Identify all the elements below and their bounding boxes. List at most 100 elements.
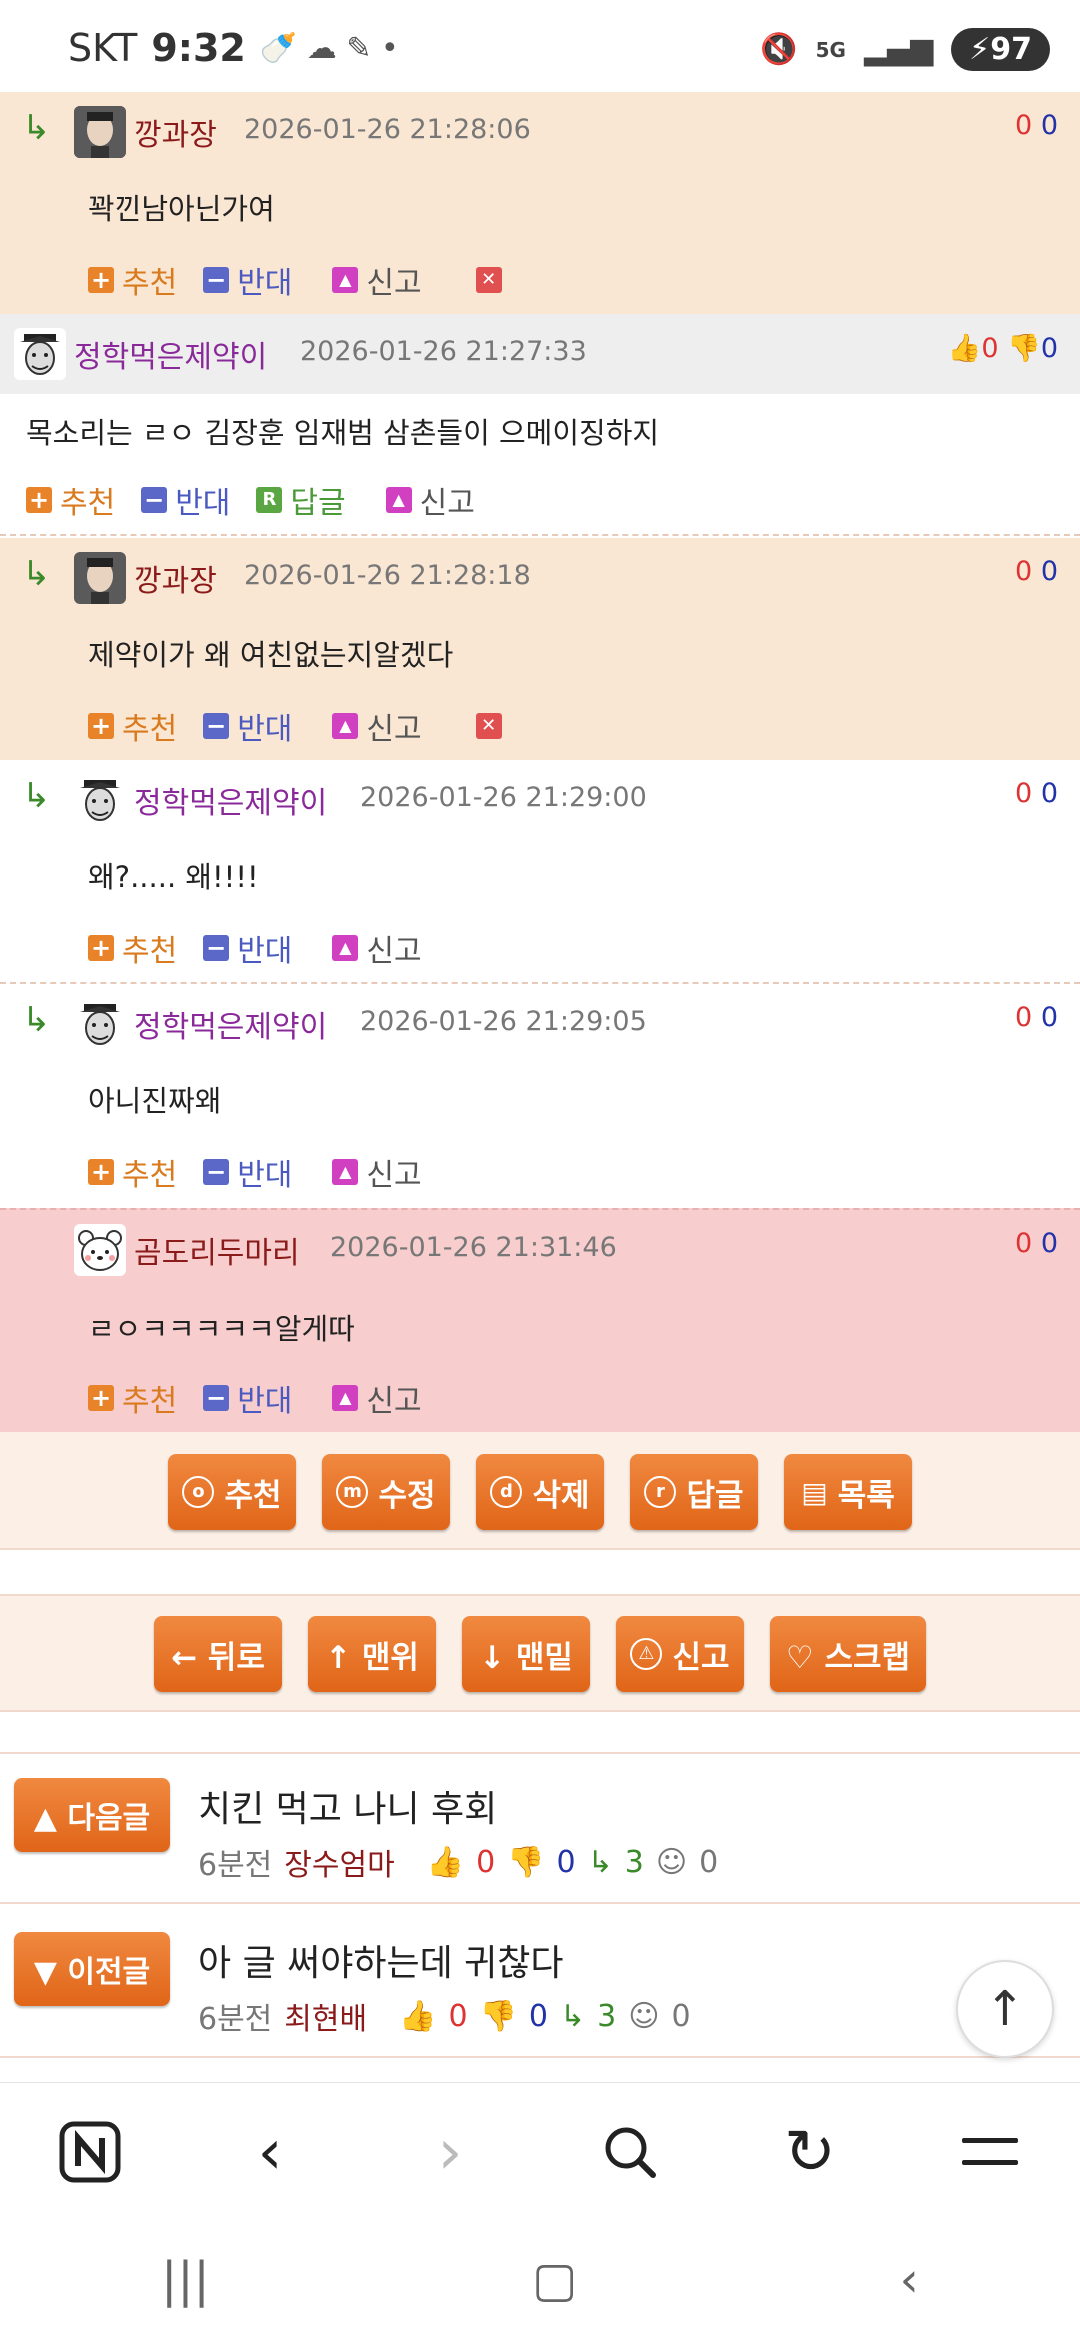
comment-author[interactable]: 정학먹은제약이 bbox=[74, 332, 267, 376]
comment-votes: 0 0 bbox=[1015, 556, 1058, 587]
comment-votes: 0 0 bbox=[1015, 110, 1058, 141]
smiley-icon: ☺ bbox=[655, 1844, 688, 1880]
system-nav-bar: ||| ▢ ‹ bbox=[0, 2220, 1080, 2340]
siren-icon: ▲ bbox=[332, 935, 359, 961]
recommend-label: 추천 bbox=[122, 934, 178, 969]
oppose-button[interactable]: − 반대 bbox=[203, 926, 292, 970]
search-icon[interactable] bbox=[585, 2107, 675, 2197]
up-count: 0 bbox=[1015, 110, 1033, 141]
naver-icon[interactable] bbox=[45, 2107, 135, 2197]
report-button[interactable]: ▲ 신고 bbox=[332, 1376, 422, 1420]
reply-icon: R bbox=[256, 487, 283, 513]
back-button[interactable]: ← 뒤로 bbox=[154, 1616, 282, 1692]
delete-icon[interactable]: ✕ bbox=[475, 267, 502, 293]
recent-apps-icon[interactable]: ||| bbox=[161, 2252, 210, 2308]
down-count: 0 bbox=[1040, 110, 1058, 141]
oppose-label: 반대 bbox=[237, 934, 293, 969]
up-count: 0 bbox=[476, 1844, 496, 1880]
signal-icon: ▂▄▆ bbox=[863, 32, 934, 67]
report-button[interactable]: ▲ 신고 bbox=[332, 704, 422, 748]
thumbs-up-icon: 👍 bbox=[426, 1844, 465, 1880]
comment-text: 제약이가 왜 여친없는지알겠다 bbox=[88, 638, 454, 672]
avatar[interactable] bbox=[74, 106, 126, 158]
scroll-top-button[interactable]: ↑ bbox=[956, 1960, 1054, 2058]
siren-icon: ▲ bbox=[332, 1385, 359, 1411]
recommend-button[interactable]: + 추천 bbox=[26, 478, 115, 522]
comment-timestamp: 2026-01-26 21:29:00 bbox=[360, 782, 647, 813]
list-icon: ▤ bbox=[801, 1475, 828, 1509]
comment-actions: + 추천 − 반대 ▲ 신고 bbox=[88, 926, 422, 970]
menu-icon[interactable] bbox=[945, 2107, 1035, 2197]
report-button[interactable]: ▲ 신고 bbox=[332, 1150, 422, 1194]
avatar[interactable] bbox=[74, 552, 126, 604]
reply-button[interactable]: R 답글 bbox=[256, 478, 346, 522]
recommend-button[interactable]: + 추천 bbox=[88, 258, 177, 302]
refresh-icon[interactable]: ↻ bbox=[765, 2107, 855, 2197]
oppose-button[interactable]: − 반대 bbox=[203, 704, 292, 748]
down-count: 0 bbox=[1040, 556, 1058, 587]
scrap-button[interactable]: ♡ 스크랩 bbox=[770, 1616, 926, 1692]
oppose-button[interactable]: − 반대 bbox=[203, 1376, 292, 1420]
up-count: 0 bbox=[1015, 1002, 1033, 1033]
comment-author[interactable]: 곰도리두마리 bbox=[134, 1228, 300, 1272]
edit-button[interactable]: m 수정 bbox=[322, 1454, 450, 1530]
post-author[interactable]: 최현배 bbox=[284, 1994, 367, 2038]
comment-votes: 0 0 bbox=[1015, 1228, 1058, 1259]
reply-arrow-icon: ↳ bbox=[22, 554, 51, 594]
plus-icon: + bbox=[88, 1159, 114, 1185]
avatar[interactable] bbox=[74, 1224, 126, 1276]
reply-post-button[interactable]: r 답글 bbox=[630, 1454, 758, 1530]
report-button[interactable]: ▲ 신고 bbox=[332, 258, 422, 302]
back-icon[interactable]: ‹ bbox=[225, 2107, 315, 2197]
recommend-button[interactable]: + 추천 bbox=[88, 1150, 177, 1194]
next-post[interactable]: ▲ 다음글 치킨 먹고 나니 후회 6분전 장수엄마 👍 0 👎 0 ↳ 3 ☺ 0 bbox=[0, 1754, 1080, 1904]
system-back-icon[interactable]: ‹ bbox=[900, 2252, 919, 2308]
next-post-title[interactable]: 치킨 먹고 나니 후회 bbox=[198, 1780, 497, 1832]
plus-icon: + bbox=[88, 935, 114, 961]
avatar[interactable] bbox=[74, 998, 126, 1050]
recommend-button[interactable]: + 추천 bbox=[88, 926, 177, 970]
avatar[interactable] bbox=[14, 328, 66, 380]
report-button[interactable]: ▲ 신고 bbox=[385, 478, 475, 522]
bottom-button[interactable]: ↓ 맨밑 bbox=[462, 1616, 590, 1692]
report-button[interactable]: ▲ 신고 bbox=[332, 926, 422, 970]
forward-icon[interactable]: › bbox=[405, 2107, 495, 2197]
oppose-label: 반대 bbox=[237, 712, 293, 747]
previous-post[interactable]: ▼ 이전글 아 글 써야하는데 귀찮다 6분전 최현배 👍 0 👎 0 ↳ 3 ☺ 0 bbox=[0, 1908, 1080, 2058]
post-author[interactable]: 장수엄마 bbox=[284, 1840, 394, 1884]
comment-author[interactable]: 정학먹은제약이 bbox=[134, 1002, 327, 1046]
recommend-button[interactable]: + 추천 bbox=[88, 704, 177, 748]
oppose-button[interactable]: − 반대 bbox=[203, 258, 292, 302]
minus-icon: − bbox=[203, 713, 230, 739]
key-m-icon: m bbox=[336, 1476, 369, 1508]
next-post-button[interactable]: ▲ 다음글 bbox=[14, 1778, 170, 1852]
oppose-button[interactable]: − 반대 bbox=[141, 478, 230, 522]
siren-icon: ▲ bbox=[385, 487, 412, 513]
delete-icon[interactable]: ✕ bbox=[475, 713, 502, 739]
siren-icon: ▲ bbox=[332, 267, 359, 293]
delete-button[interactable]: d 삭제 bbox=[476, 1454, 604, 1530]
up-count: 0 bbox=[1015, 556, 1033, 587]
oppose-button[interactable]: − 반대 bbox=[203, 1150, 292, 1194]
report-post-button[interactable]: ⚠ 신고 bbox=[616, 1616, 744, 1692]
home-icon[interactable]: ▢ bbox=[532, 2252, 577, 2308]
recommend-button[interactable]: + 추천 bbox=[88, 1376, 177, 1420]
top-button[interactable]: ↑ 맨위 bbox=[308, 1616, 436, 1692]
comment-author[interactable]: 정학먹은제약이 bbox=[134, 778, 327, 822]
previous-post-title[interactable]: 아 글 써야하는데 귀찮다 bbox=[198, 1934, 564, 1986]
list-button[interactable]: ▤ 목록 bbox=[784, 1454, 912, 1530]
scrap-label: ♡ 스크랩 bbox=[785, 1639, 911, 1676]
next-post-meta: 6분전 장수엄마 👍 0 👎 0 ↳ 3 ☺ 0 bbox=[198, 1840, 718, 1884]
post-recommend-button[interactable]: o 추천 bbox=[168, 1454, 296, 1530]
minus-icon: − bbox=[203, 1159, 230, 1185]
previous-post-button[interactable]: ▼ 이전글 bbox=[14, 1932, 170, 2006]
comment-author[interactable]: 깡과장 bbox=[134, 110, 217, 154]
thumbs-down-icon: 👎 bbox=[507, 1844, 545, 1880]
thumbs-up-icon: 👍 bbox=[399, 1998, 437, 2034]
comment-item: 정학먹은제약이 2026-01-26 21:27:33 👍0 👎0 목소리는 ㄹ… bbox=[0, 314, 1080, 536]
avatar[interactable] bbox=[74, 774, 126, 826]
report-label: 신고 bbox=[366, 1158, 422, 1193]
up-count: 0 bbox=[1015, 778, 1033, 809]
comment-author[interactable]: 깡과장 bbox=[134, 556, 217, 600]
recommend-label: 추천 bbox=[60, 486, 116, 521]
